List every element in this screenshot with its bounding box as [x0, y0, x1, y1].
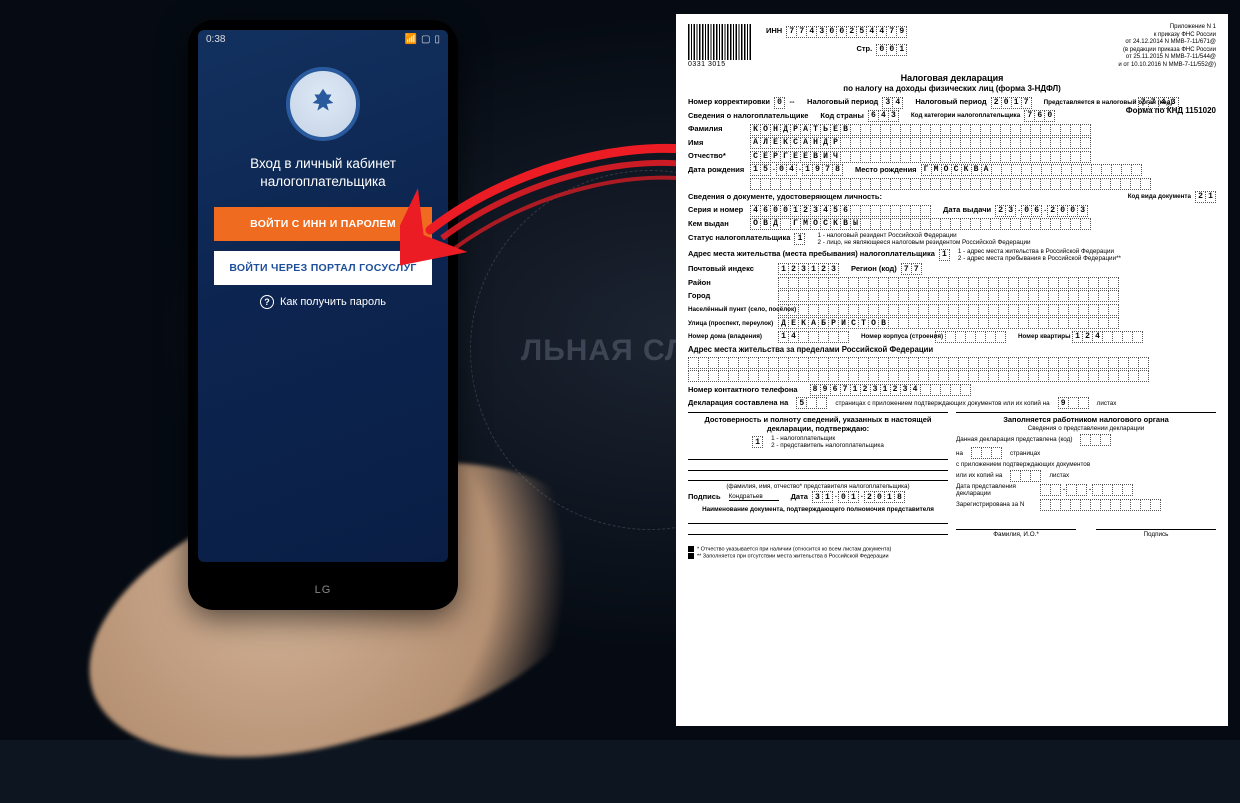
status: 1: [794, 233, 805, 245]
confirm-block: Достоверность и полноту сведений, указан…: [688, 412, 948, 540]
flat: 124: [1072, 331, 1143, 343]
sign-date: 31.01.2018: [812, 491, 905, 503]
battery-icon: ▢: [421, 34, 430, 45]
lastname: КОНДРАТЬЕВ: [750, 124, 1091, 136]
signature-name: Кондратьев: [729, 493, 779, 501]
attach-sheets: 9: [1058, 397, 1089, 409]
category: 760: [1024, 110, 1055, 122]
statusbar-icons: 📶 ▢ ▯: [405, 34, 440, 45]
corr-label: Номер корректировки: [688, 98, 770, 107]
firstname: АЛЕКСАНДР: [750, 137, 1091, 149]
confirm-flag: 1: [752, 436, 763, 448]
contact-phone: 89671231234: [810, 384, 971, 396]
doc-subtitle: по налогу на доходы физических лиц (форм…: [688, 84, 1216, 93]
corr-value: 0: [774, 97, 785, 109]
page-value: 001: [876, 44, 907, 56]
region: 77: [901, 263, 922, 275]
patronymic: СЕРГЕЕВИЧ: [750, 151, 1091, 163]
dob: 15.04.1978: [750, 164, 843, 176]
taxpayer-section: Сведения о налогоплательщике: [688, 112, 808, 121]
question-icon: ?: [260, 295, 274, 309]
country: 643: [868, 110, 899, 122]
phone-screen: 0:38 📶 ▢ ▯ Вход в личный кабинет налогоп…: [198, 30, 448, 562]
app-heading: Вход в личный кабинет налогоплательщика: [198, 149, 448, 207]
addr-section: Адрес места жительства (места пребывания…: [688, 250, 935, 259]
issuer: ОВД ГМОСКВЫ: [750, 218, 1091, 230]
help-label: Как получить пароль: [280, 296, 386, 308]
korpus: [935, 331, 1006, 343]
fns-logo: [286, 67, 360, 141]
abroad-line1: [688, 357, 1149, 369]
issue-date: 23.06.2003: [995, 205, 1088, 217]
appendix-refs: Приложение N 1к приказу ФНС Россииот 24.…: [1118, 24, 1216, 69]
login-gosuslugi-button[interactable]: ВОЙТИ ЧЕРЕЗ ПОРТАЛ ГОСУСЛУГ: [214, 251, 432, 285]
city: [778, 290, 1119, 302]
addr-flag: 1: [939, 249, 950, 261]
inn-value: 774300254479: [786, 26, 907, 38]
district: [778, 277, 1119, 289]
inn-label: ИНН: [766, 27, 782, 36]
doc-title: Налоговая декларация: [688, 73, 1216, 83]
doctype: 21: [1195, 191, 1216, 203]
official-block: Заполняется работником налогового органа…: [956, 412, 1216, 540]
phone-statusbar: 0:38 📶 ▢ ▯: [198, 30, 448, 49]
compiled-pages: 5: [796, 397, 827, 409]
zip: 123123: [778, 263, 839, 275]
footnotes: * Отчество указывается при наличии (отно…: [688, 546, 1216, 560]
pob: ГМОСКВА: [921, 164, 1142, 176]
more-icon: ▯: [434, 34, 440, 45]
statusbar-time: 0:38: [206, 34, 225, 45]
pob-line2: [750, 178, 1151, 190]
abroad-line2: [688, 370, 1149, 382]
tax-form-3ndfl: ИНН 774300254479 Стр. 001 Приложение N 1к …: [676, 14, 1228, 726]
street: ДЕКАБРИСТОВ: [778, 317, 1119, 329]
period: 2017: [991, 97, 1032, 109]
period-type: 34: [882, 97, 903, 109]
rep-fio-line: [688, 451, 948, 460]
settlement: [778, 304, 1119, 316]
phone-brand: LG: [188, 584, 458, 596]
status-label: Статус налогоплательщика: [688, 234, 790, 243]
barcode: [688, 24, 752, 60]
knd-code: Форма по КНД 1151020: [1126, 106, 1216, 115]
page-label: Стр.: [856, 45, 872, 54]
wifi-icon: 📶: [405, 34, 417, 45]
login-inn-button[interactable]: ВОЙТИ С ИНН И ПАРОЛЕМ: [214, 207, 432, 241]
iddoc-section: Сведения о документе, удостоверяющем лич…: [688, 193, 882, 202]
help-link[interactable]: ? Как получить пароль: [198, 295, 448, 309]
phone-mockup: 0:38 📶 ▢ ▯ Вход в личный кабинет налогоп…: [188, 20, 458, 610]
abroad-section: Адрес места жительства за пределами Росс…: [688, 346, 1216, 355]
serial: 4600123456: [750, 205, 931, 217]
house: 14: [778, 331, 849, 343]
eagle-icon: [304, 85, 342, 123]
